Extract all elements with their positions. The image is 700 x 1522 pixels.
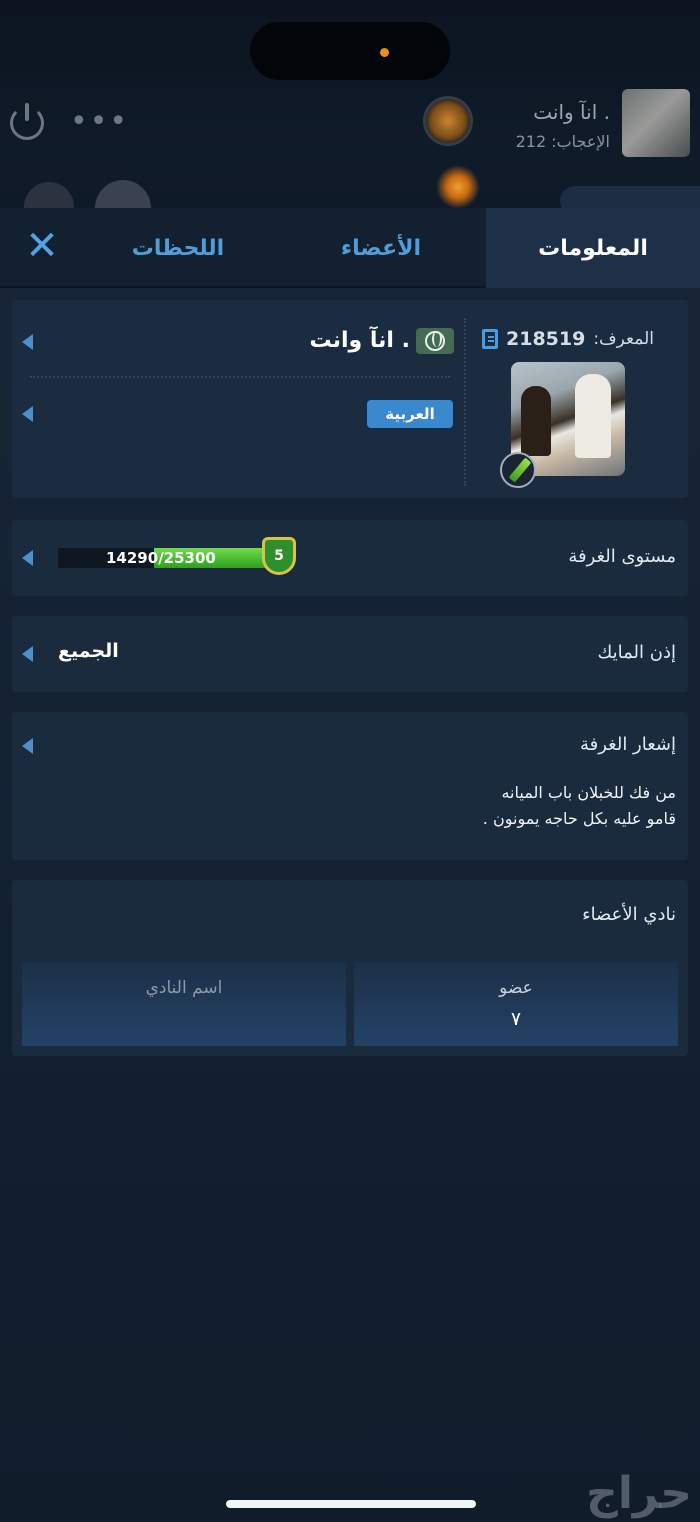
mic-permission-label: إذن المايك (597, 642, 676, 663)
chevron-left-icon[interactable] (22, 550, 33, 566)
glow-icon (436, 165, 480, 209)
tab-members[interactable]: الأعضاء (276, 208, 486, 288)
room-id-label: المعرف: (593, 329, 654, 349)
club-name-label: اسم النادي (145, 978, 223, 998)
announcement-text: من فك للخبلان باب الميانه قامو عليه بكل … (156, 780, 676, 832)
level-shield-icon: 5 (262, 537, 296, 575)
announcement-label: إشعار الغرفة (579, 734, 676, 755)
pencil-edit-icon[interactable] (500, 452, 536, 488)
mic-permission-value: الجميع (58, 640, 119, 662)
chevron-left-icon[interactable] (22, 406, 33, 422)
watermark-logo: حراج (586, 1468, 692, 1519)
room-name: انآ وانت . (309, 328, 410, 353)
tab-info[interactable]: المعلومات (486, 208, 700, 288)
chevron-left-icon[interactable] (22, 646, 33, 662)
room-id-value: 218519 (506, 328, 586, 350)
club-member-cell[interactable]: عضو ٧ (354, 962, 678, 1046)
language-badge[interactable]: العربية (367, 400, 453, 428)
members-club-card: نادي الأعضاء عضو ٧ اسم النادي (12, 880, 688, 1056)
room-level-label: مستوى الغرفة (568, 546, 676, 567)
chevron-left-icon[interactable] (22, 334, 33, 350)
member-label: عضو (499, 978, 533, 998)
chevron-left-icon[interactable] (22, 738, 33, 754)
close-icon[interactable]: ✕ (22, 226, 62, 266)
avatar-figure (521, 386, 551, 456)
room-level-card[interactable]: مستوى الغرفة 14290/25300 5 (12, 520, 688, 596)
divider (30, 376, 450, 378)
room-name-row[interactable]: انآ وانت . (300, 328, 454, 358)
announcement-line: قامو عليه بكل حاجه يمونون . (482, 809, 676, 828)
room-announcement-card[interactable]: إشعار الغرفة من فك للخبلان باب الميانه ق… (12, 712, 688, 860)
more-icon[interactable]: ••• (70, 107, 129, 137)
club-title: نادي الأعضاء (582, 904, 676, 925)
background-likes: الإعجاب: 212 (515, 132, 610, 151)
member-count: ٧ (510, 1008, 522, 1030)
level-progress-text: 14290/25300 (106, 549, 216, 567)
club-name-cell[interactable]: اسم النادي (22, 962, 346, 1046)
globe-icon (416, 328, 454, 354)
mic-permission-card[interactable]: إذن المايك الجميع (12, 616, 688, 692)
room-id-row: المعرف: 218519 (482, 328, 654, 350)
tab-bar: المعلومات الأعضاء اللحظات ✕ (0, 208, 700, 288)
home-indicator[interactable] (226, 1500, 476, 1508)
room-badge-icon[interactable] (423, 96, 473, 146)
background-room-name: انآ وانت . (533, 100, 610, 124)
background-room-avatar (622, 89, 690, 157)
divider (464, 318, 466, 486)
announcement-line: من فك للخبلان باب الميانه (501, 783, 676, 802)
tab-moments[interactable]: اللحظات (80, 208, 276, 288)
mic-indicator-dot (380, 48, 389, 57)
device-notch (250, 22, 450, 80)
room-info-panel: المعلومات الأعضاء اللحظات ✕ المعرف: 2185… (0, 208, 700, 1522)
avatar-figure (575, 374, 611, 458)
copy-icon[interactable] (482, 329, 498, 349)
background-app: ••• انآ وانت . الإعجاب: 212 (0, 0, 700, 236)
power-icon[interactable] (10, 103, 44, 140)
